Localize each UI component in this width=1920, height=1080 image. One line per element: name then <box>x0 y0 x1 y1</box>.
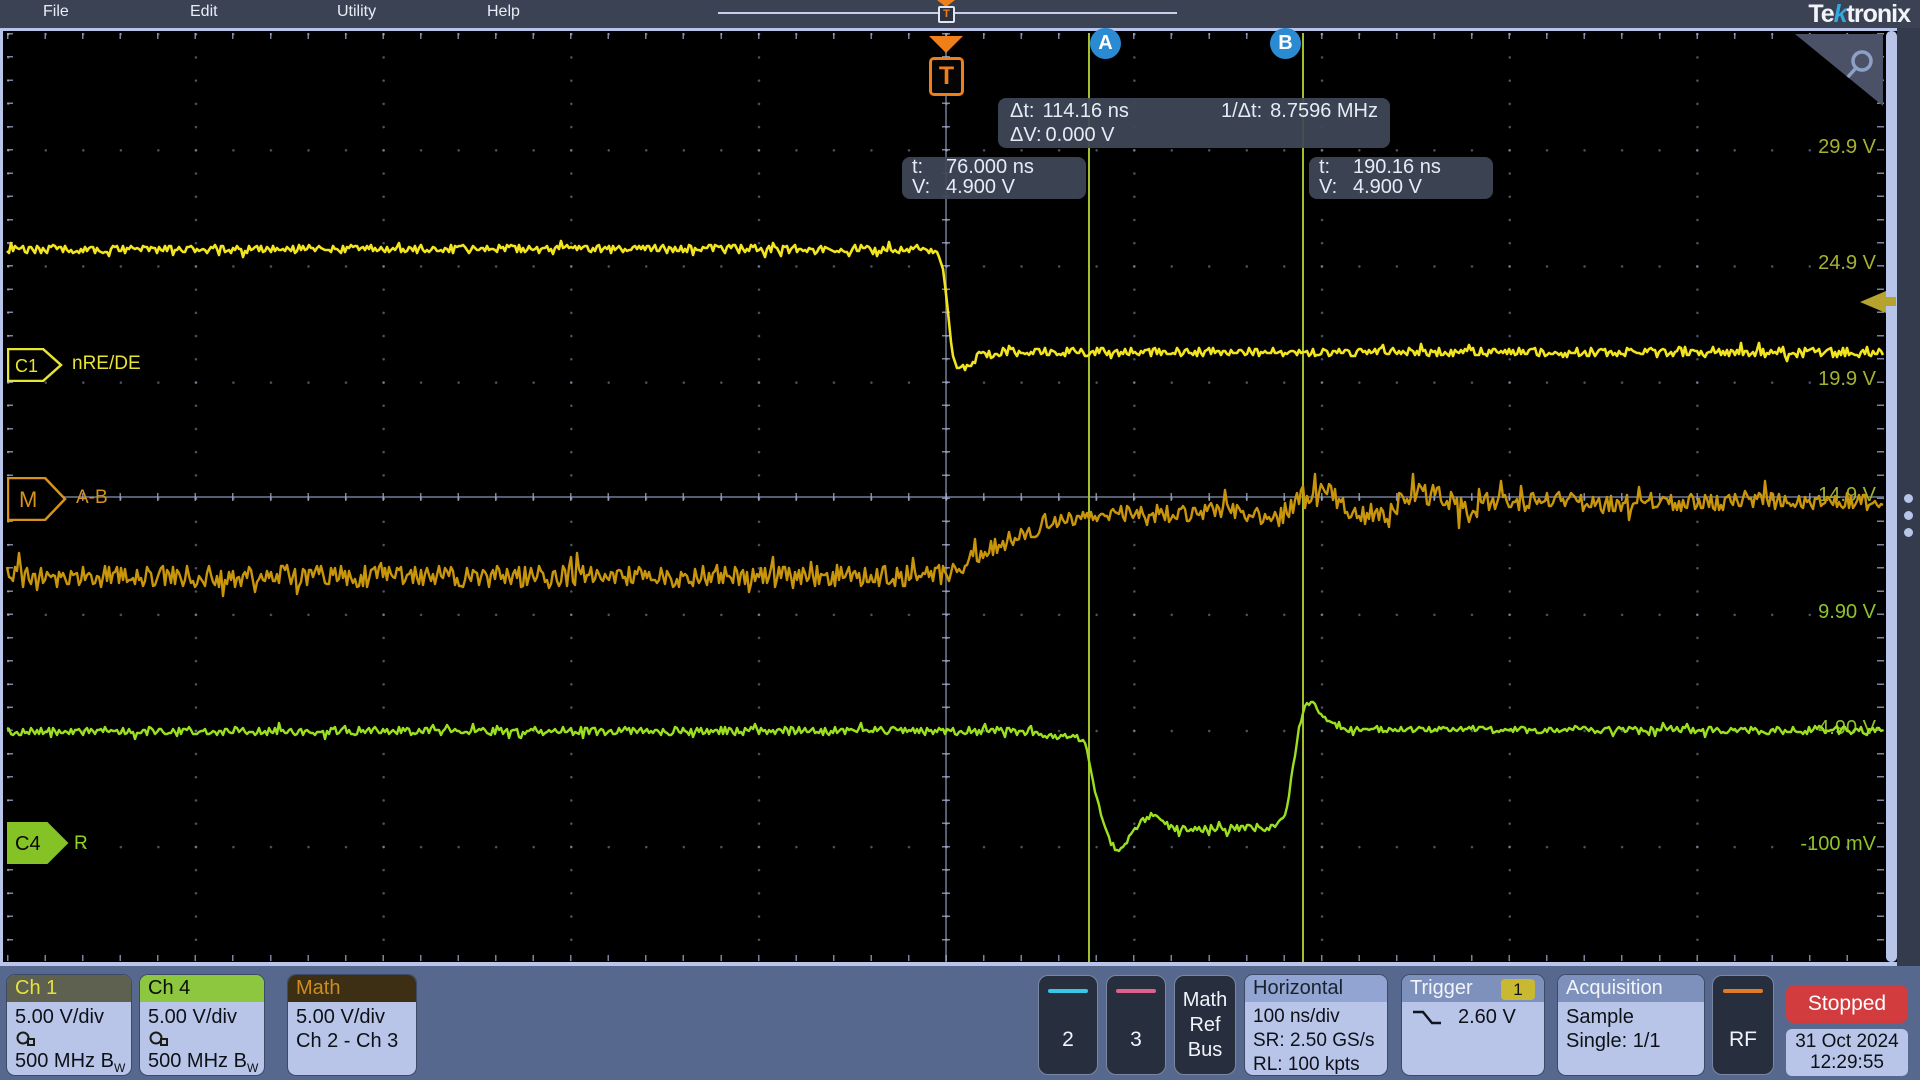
svg-text:M: M <box>19 487 37 512</box>
cursor-a-readout: t:76.000 ns V:4.900 V <box>902 157 1086 199</box>
waveform-ch1 <box>7 241 1883 370</box>
ch4-panel[interactable]: Ch 4 5.00 V/div 500 MHz BW <box>140 975 264 1075</box>
ch1-label: nRE/DE <box>72 353 141 375</box>
falling-edge-icon <box>1410 1007 1444 1027</box>
waveform-math <box>7 474 1883 596</box>
ch4-bandwidth: 500 MHz BW <box>148 1049 264 1073</box>
rf-color-bar <box>1723 989 1763 993</box>
cursor-b-readout: t:190.16 ns V:4.900 V <box>1309 157 1493 199</box>
math-panel[interactable]: Math 5.00 V/div Ch 2 - Ch 3 <box>288 975 416 1075</box>
probe-icon <box>15 1030 39 1047</box>
ch1-panel[interactable]: Ch 1 5.00 V/div 500 MHz BW <box>7 975 131 1075</box>
svg-text:C1: C1 <box>15 356 38 376</box>
math-badge[interactable]: M <box>7 477 69 521</box>
ch4-badge[interactable]: C4 <box>7 822 71 864</box>
math-label: A-B <box>76 487 108 509</box>
math-source: Ch 2 - Ch 3 <box>296 1029 416 1053</box>
date-text: 31 Oct 2024 <box>1786 1031 1908 1052</box>
time-text: 12:29:55 <box>1786 1052 1908 1073</box>
ch4-scale: 5.00 V/div <box>148 1005 264 1029</box>
ch4-label: R <box>74 833 88 855</box>
trigger-source-badge: 1 <box>1501 979 1535 1000</box>
channel-3-button[interactable]: 3 <box>1106 975 1166 1075</box>
cursor-b-badge[interactable]: B <box>1270 28 1301 59</box>
ch1-bandwidth: 500 MHz BW <box>15 1049 131 1073</box>
ch3-color-bar <box>1116 989 1156 993</box>
rf-button[interactable]: RF <box>1712 975 1774 1075</box>
ch2-color-bar <box>1048 989 1088 993</box>
oscilloscope-screen: File Edit Utility Help T Tektronix <box>0 0 1920 1080</box>
run-stop-status[interactable]: Stopped <box>1786 985 1908 1023</box>
ch1-badge[interactable]: C1 <box>7 348 65 382</box>
math-scale: 5.00 V/div <box>296 1005 416 1029</box>
channel-2-button[interactable]: 2 <box>1038 975 1098 1075</box>
trigger-panel[interactable]: Trigger 1 2.60 V <box>1402 975 1544 1075</box>
bottom-status-bar: Ch 1 5.00 V/div 500 MHz BW Ch 4 5.00 V/d… <box>0 966 1920 1080</box>
math-ref-bus-button[interactable]: Math Ref Bus <box>1174 975 1236 1075</box>
cursor-delta-readout: Δt:114.16 ns 1/Δt:8.7596 MHz ΔV:0.000 V <box>998 98 1390 148</box>
probe-icon <box>148 1030 172 1047</box>
svg-text:C4: C4 <box>15 833 41 855</box>
waveform-ch4 <box>7 702 1883 851</box>
horizontal-panel[interactable]: Horizontal 100 ns/div SR: 2.50 GS/s RL: … <box>1245 975 1387 1075</box>
ch1-scale: 5.00 V/div <box>15 1005 131 1029</box>
trigger-level: 2.60 V <box>1458 1005 1516 1029</box>
datetime-display: 31 Oct 2024 12:29:55 <box>1786 1029 1908 1076</box>
acquisition-panel[interactable]: Acquisition Sample Single: 1/1 <box>1558 975 1704 1075</box>
cursor-a-badge[interactable]: A <box>1090 28 1121 59</box>
